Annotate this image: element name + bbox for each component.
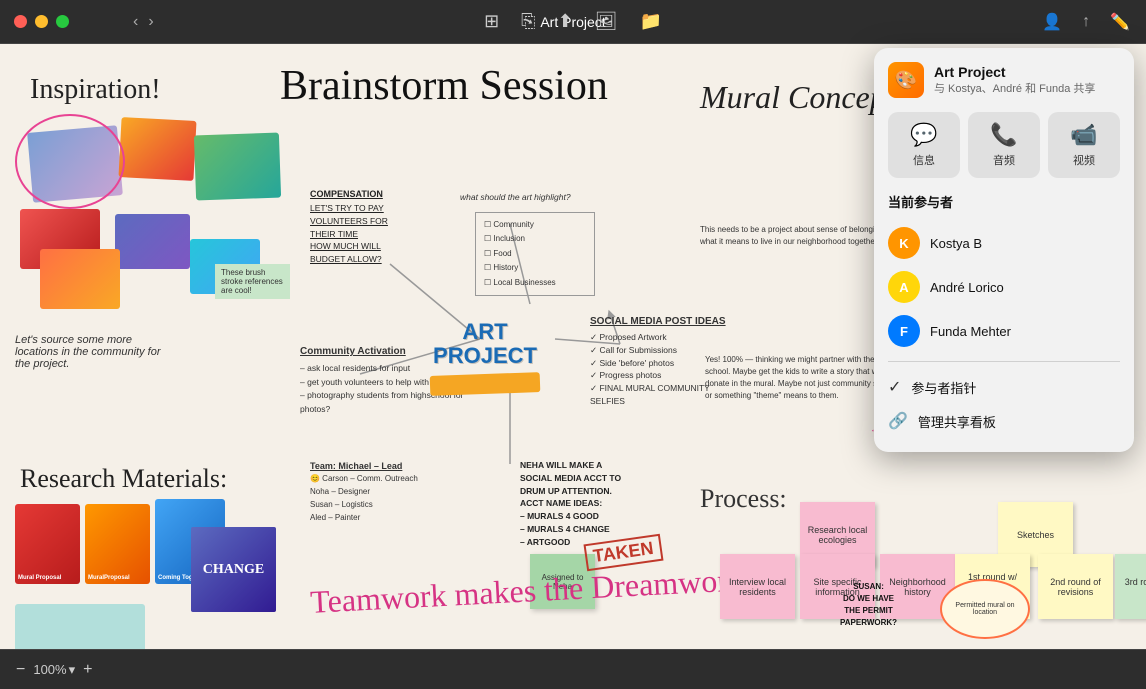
photo-3 bbox=[194, 133, 281, 201]
photo-circle-highlight bbox=[15, 114, 125, 209]
team-block: Team: Michael – Lead 😊 Carson – Comm. Ou… bbox=[310, 459, 490, 525]
permit-note: Permitted mural on location bbox=[940, 579, 1030, 639]
traffic-lights bbox=[0, 15, 69, 28]
inspiration-title: Inspiration! bbox=[30, 74, 161, 106]
zoom-out-button[interactable]: − bbox=[16, 661, 25, 679]
panel-app-icon: 🎨 bbox=[888, 62, 924, 98]
cursor-icon: ✓ bbox=[888, 377, 901, 397]
change-doc: CHANGE bbox=[191, 527, 276, 612]
process-title: Process: bbox=[700, 484, 787, 514]
panel-subtitle: 与 Kostya、André 和 Funda 共享 bbox=[934, 80, 1095, 96]
compensation-block: COMPENSATION LET'S TRY TO PAYVOLUNTEERS … bbox=[310, 189, 470, 266]
audio-icon: 📞 bbox=[990, 122, 1017, 148]
zoom-level[interactable]: 100% ▾ bbox=[33, 662, 75, 678]
panel-title-group: Art Project 与 Kostya、André 和 Funda 共享 bbox=[934, 64, 1095, 96]
participant-kostya: K Kostya B bbox=[888, 221, 1120, 265]
titlebar-right-icons: 👤 ↑ ✏️ bbox=[1042, 12, 1130, 32]
sticky-3rd-round: 3rd round find art bbox=[1115, 554, 1146, 619]
video-button[interactable]: 📹 视频 bbox=[1048, 112, 1120, 178]
panel-divider bbox=[888, 361, 1120, 362]
doc-orange: MuralProposal bbox=[85, 504, 150, 584]
funda-avatar: F bbox=[888, 315, 920, 347]
share-user-icon[interactable]: 👤 bbox=[1042, 12, 1062, 32]
panel-actions: 💬 信息 📞 音频 📹 视频 bbox=[888, 112, 1120, 178]
bottombar: − 100% ▾ + bbox=[0, 649, 1146, 689]
upload-icon[interactable]: ⬆ bbox=[558, 11, 573, 32]
manage-label: 管理共享看板 bbox=[918, 412, 996, 431]
sticky-interview: Interview local residents bbox=[720, 554, 795, 619]
panel-title: Art Project bbox=[934, 64, 1095, 80]
manage-icon: 🔗 bbox=[888, 411, 908, 431]
checklist-block: ☐ Community ☐ Inclusion ☐ Food ☐ History… bbox=[475, 212, 595, 296]
zoom-dropdown-arrow: ▾ bbox=[69, 662, 76, 678]
participant-andre: A André Lorico bbox=[888, 265, 1120, 309]
kostya-name: Kostya B bbox=[930, 236, 982, 251]
manage-option[interactable]: 🔗 管理共享看板 bbox=[888, 404, 1120, 438]
video-label: 视频 bbox=[1073, 152, 1095, 168]
back-button[interactable]: ‹ bbox=[129, 11, 142, 33]
edit-icon[interactable]: ✏️ bbox=[1110, 12, 1130, 32]
folder-icon[interactable]: 📁 bbox=[640, 11, 662, 32]
photo-2 bbox=[118, 117, 196, 181]
image-icon[interactable]: 🖼 bbox=[595, 11, 618, 32]
grid-view-icon[interactable]: ⊞ bbox=[484, 11, 499, 32]
audio-button[interactable]: 📞 音频 bbox=[968, 112, 1040, 178]
photo-6 bbox=[40, 249, 120, 309]
message-button[interactable]: 💬 信息 bbox=[888, 112, 960, 178]
duplicate-icon[interactable]: ⎘ bbox=[521, 11, 535, 32]
cursor-option[interactable]: ✓ 参与者指针 bbox=[888, 370, 1120, 404]
kostya-avatar: K bbox=[888, 227, 920, 259]
participant-funda: F Funda Mehter bbox=[888, 309, 1120, 353]
message-label: 信息 bbox=[913, 152, 935, 168]
brainstorm-title: Brainstorm Session bbox=[280, 62, 608, 110]
research-title: Research Materials: bbox=[20, 464, 227, 494]
neha-block: NEHA WILL MAKE ASOCIAL MEDIA ACCT TODRUM… bbox=[520, 459, 695, 548]
funda-name: Funda Mehter bbox=[930, 324, 1011, 339]
susan-note: SUSAN:DO WE HAVETHE PERMITPAPERWORK? bbox=[840, 581, 897, 629]
nav-arrows: ‹ › bbox=[129, 11, 158, 33]
doc-red: Mural Proposal bbox=[15, 504, 80, 584]
cursor-label: 参与者指针 bbox=[911, 378, 976, 397]
fullscreen-button[interactable] bbox=[56, 15, 69, 28]
share-panel: 🎨 Art Project 与 Kostya、André 和 Funda 共享 … bbox=[874, 48, 1134, 452]
brush-note: These brush stroke references are cool! bbox=[215, 264, 290, 299]
participants-section-title: 当前参与者 bbox=[888, 192, 1120, 211]
close-button[interactable] bbox=[14, 15, 27, 28]
zoom-in-button[interactable]: + bbox=[83, 661, 92, 679]
titlebar: ‹ › Art Project ⊞ ⎘ ⬆ 🖼 📁 👤 ↑ ✏️ bbox=[0, 0, 1146, 44]
comment-note: Yes! 100% — thinking we might partner wi… bbox=[705, 354, 895, 402]
minimize-button[interactable] bbox=[35, 15, 48, 28]
share-icon[interactable]: ↑ bbox=[1082, 13, 1090, 31]
mural-description-note: This needs to be a project about sense o… bbox=[700, 224, 900, 248]
andre-name: André Lorico bbox=[930, 280, 1004, 295]
audio-label: 音频 bbox=[993, 152, 1015, 168]
zoom-percentage: 100% bbox=[33, 662, 66, 677]
forward-button[interactable]: › bbox=[144, 11, 157, 33]
message-icon: 💬 bbox=[910, 122, 937, 148]
video-icon: 📹 bbox=[1070, 122, 1097, 148]
panel-header: 🎨 Art Project 与 Kostya、André 和 Funda 共享 bbox=[888, 62, 1120, 98]
sticky-2nd-round: 2nd round of revisions bbox=[1038, 554, 1113, 619]
highlight-question: what should the art highlight? bbox=[460, 192, 571, 202]
source-text: Let's source some more locations in the … bbox=[15, 334, 165, 370]
photo-5 bbox=[115, 214, 190, 269]
art-project-bubble: ARTPROJECT bbox=[420, 304, 550, 384]
andre-avatar: A bbox=[888, 271, 920, 303]
